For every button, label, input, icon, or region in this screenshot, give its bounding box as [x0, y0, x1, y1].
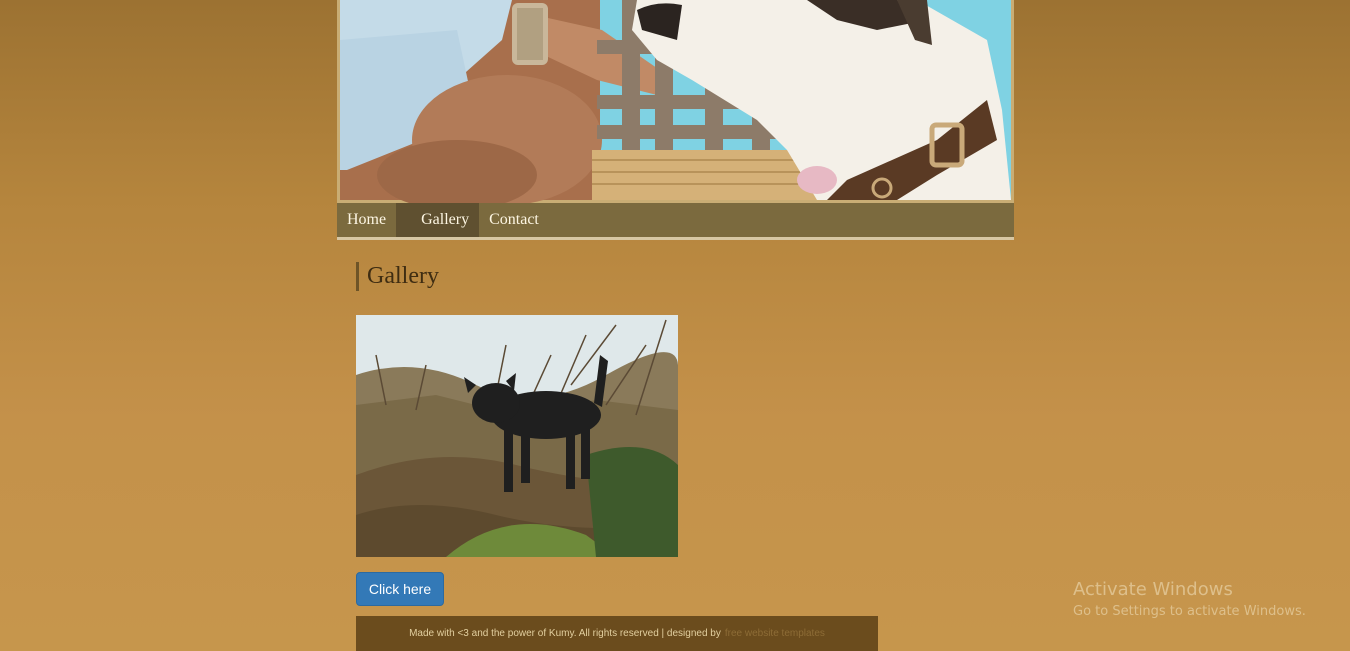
header-banner-image	[337, 0, 1014, 203]
footer-link[interactable]: free website templates	[725, 628, 825, 639]
click-here-button[interactable]: Click here	[356, 572, 444, 606]
main-navigation: Home Gallery Contact	[337, 203, 1014, 240]
nav-item-contact[interactable]: Contact	[479, 203, 549, 237]
gallery-photo[interactable]	[356, 315, 678, 557]
footer-text: Made with <3 and the power of Kumy. All …	[409, 628, 721, 639]
nav-item-label: Gallery	[421, 211, 470, 228]
nav-item-gallery[interactable]: Gallery	[396, 203, 480, 237]
watermark-subtitle: Go to Settings to activate Windows.	[1073, 604, 1306, 619]
nav-item-label: Contact	[489, 211, 539, 228]
nav-item-home[interactable]: Home	[337, 203, 396, 237]
nav-item-label: Home	[347, 211, 387, 228]
page-title: Gallery	[356, 262, 439, 291]
watermark-title: Activate Windows	[1073, 579, 1233, 600]
windows-activation-watermark: Activate Windows Go to Settings to activ…	[1073, 578, 1306, 622]
footer: Made with <3 and the power of Kumy. All …	[356, 616, 878, 651]
